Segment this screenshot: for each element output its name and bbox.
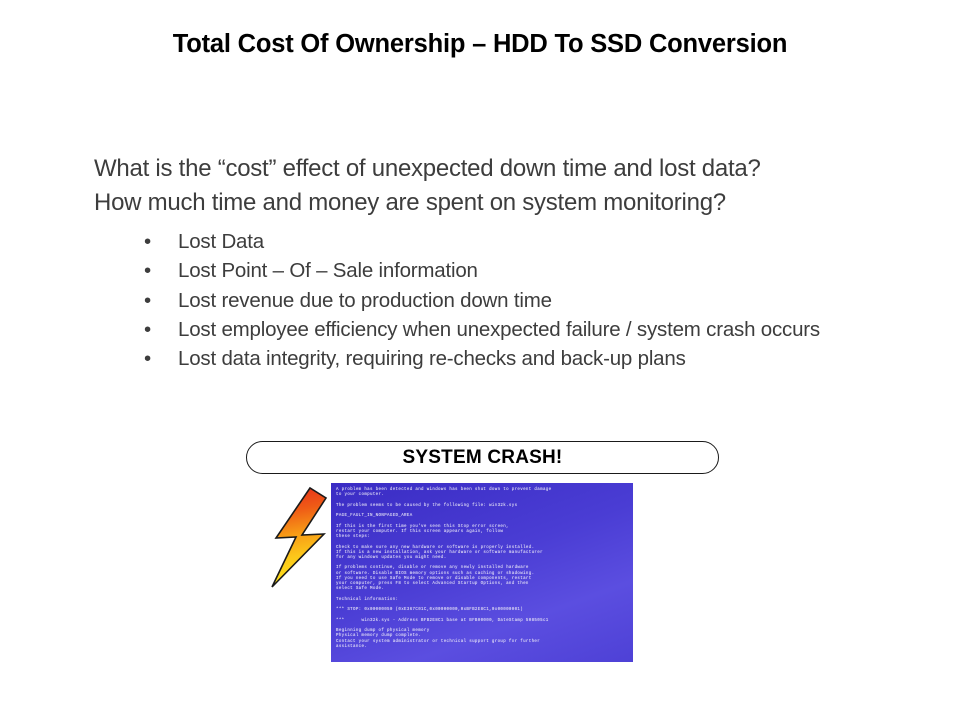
bsod-technical-info-heading: Technical information: [336, 597, 399, 602]
bsod-stop-code-name: PAGE_FAULT_IN_NONPAGED_AREA [336, 514, 413, 519]
bullet-dot-icon: • [144, 347, 151, 371]
page-title: Total Cost Of Ownership – HDD To SSD Con… [172, 30, 788, 58]
list-item-label: Lost Point – Of – Sale information [178, 259, 478, 283]
bsod-line: The problem seems to be caused by the fo… [336, 503, 518, 508]
system-crash-callout: SYSTEM CRASH! [246, 441, 719, 474]
lead-question-2: How much time and money are spent on sys… [94, 189, 726, 217]
list-item-label: Lost Data [178, 230, 264, 254]
bsod-dump-status: Beginning dump of physical memory Physic… [336, 629, 541, 649]
blue-screen-of-death-image: A problem has been detected and windows … [331, 483, 633, 662]
bsod-line: Check to make sure any new hardware or s… [336, 545, 543, 561]
list-item: • Lost Point – Of – Sale information [94, 257, 884, 285]
bsod-line: If problems continue, disable or remove … [336, 566, 535, 592]
bsod-stop-code: *** STOP: 0x00000050 (0xE367C01C,0x00000… [336, 608, 524, 613]
system-crash-callout-label: SYSTEM CRASH! [402, 446, 563, 468]
list-item: • Lost revenue due to production down ti… [94, 287, 884, 315]
lightning-bolt-icon [271, 486, 328, 588]
bullet-dot-icon: • [144, 318, 151, 341]
lead-question-1: What is the “cost” effect of unexpected … [94, 155, 761, 182]
list-item-label: Lost revenue due to production down time [178, 288, 552, 312]
slide-body: What is the “cost” effect of unexpected … [94, 152, 884, 375]
bsod-driver-address: *** win32k.sys - Address BFB2E8C1 base a… [336, 618, 549, 623]
list-item: • Lost employee efficiency when unexpect… [94, 316, 884, 344]
bsod-line: If this is the first time you've seen th… [336, 524, 509, 540]
list-item-label: Lost employee efficiency when unexpected… [178, 318, 820, 341]
bullet-dot-icon: • [144, 288, 151, 312]
bsod-line: A problem has been detected and windows … [336, 488, 552, 498]
bullet-dot-icon: • [144, 230, 151, 254]
bullet-dot-icon: • [144, 259, 151, 283]
cost-impact-bullet-list: • Lost Data • Lost Point – Of – Sale inf… [94, 228, 884, 373]
list-item: • Lost Data [94, 228, 884, 256]
slide-canvas: Total Cost Of Ownership – HDD To SSD Con… [0, 0, 960, 720]
list-item: • Lost data integrity, requiring re-chec… [94, 345, 884, 373]
list-item-label: Lost data integrity, requiring re-checks… [178, 347, 686, 371]
